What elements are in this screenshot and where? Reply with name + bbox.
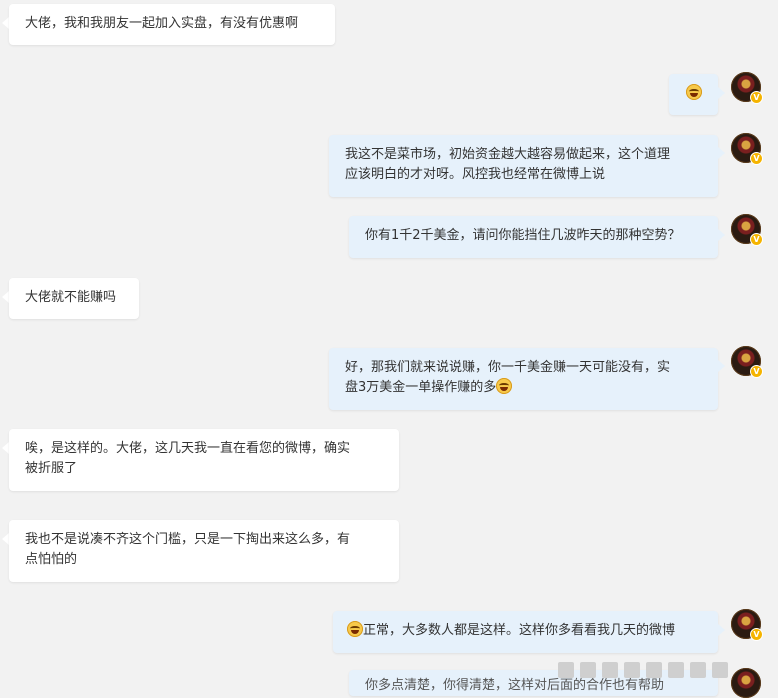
bottom-toolbar (553, 658, 778, 696)
toolbar-icon[interactable] (558, 662, 574, 678)
message-bubble[interactable] (669, 74, 718, 115)
message-bubble[interactable]: 好，那我们就来说说赚，你一千美金赚一天可能没有，实 盘3万美金一单操作赚的多 (329, 348, 718, 410)
message-bubble[interactable]: 大佬，我和我朋友一起加入实盘，有没有优惠啊 (9, 4, 335, 45)
message-text-line-2: 被折服了 (25, 461, 78, 476)
message-text: 你有1千2千美金，请问你能挡住几波昨天的那种空势？ (365, 228, 681, 243)
laugh-cry-emoji-icon (496, 378, 513, 394)
message-bubble[interactable]: 你有1千2千美金，请问你能挡住几波昨天的那种空势？ (349, 216, 718, 258)
message-text-line-2-wrap: 盘3万美金一单操作赚的多 (345, 378, 702, 398)
toolbar-icon[interactable] (646, 662, 662, 678)
message-text: 大佬，我和我朋友一起加入实盘，有没有优惠啊 (25, 16, 299, 31)
laugh-cry-emoji-icon (685, 84, 702, 100)
laugh-cry-emoji-icon (347, 621, 363, 637)
message-text: 大佬就不能赚吗 (25, 290, 117, 305)
message-text-line-1: 唉，是这样的。大佬，这几天我一直在看您的微博，确实 (25, 441, 351, 456)
message-bubble[interactable]: 我这不是菜市场，初始资金越大越容易做起来，这个道理 应该明白的才对呀。风控我也经… (329, 135, 718, 197)
message-text-line-1: 我这不是菜市场，初始资金越大越容易做起来，这个道理 (345, 147, 671, 162)
toolbar-icon[interactable] (668, 662, 684, 678)
message-text: 正常，大多数人都是这样。这样你多看看我几天的微博 (363, 623, 676, 638)
message-bubble[interactable]: 大佬就不能赚吗 (9, 278, 139, 319)
message-text-line-1: 好，那我们就来说说赚，你一千美金赚一天可能没有，实 (345, 360, 671, 375)
verified-badge-icon: V (750, 365, 763, 378)
toolbar-icon[interactable] (602, 662, 618, 678)
message-text-line-2: 点怕怕的 (25, 552, 78, 567)
message-bubble[interactable]: 唉，是这样的。大佬，这几天我一直在看您的微博，确实 被折服了 (9, 429, 399, 491)
verified-badge-icon: V (750, 233, 763, 246)
verified-badge-icon: V (750, 152, 763, 165)
toolbar-icon[interactable] (712, 662, 728, 678)
message-bubble[interactable]: 正常，大多数人都是这样。这样你多看看我几天的微博 (333, 611, 718, 653)
message-text-line-2: 盘3万美金一单操作赚的多 (345, 380, 497, 395)
toolbar-icon[interactable] (690, 662, 706, 678)
verified-badge-icon: V (750, 91, 763, 104)
toolbar-icon[interactable] (624, 662, 640, 678)
message-text-line-1: 我也不是说凑不齐这个门槛，只是一下掏出来这么多，有 (25, 532, 351, 547)
message-bubble[interactable]: 我也不是说凑不齐这个门槛，只是一下掏出来这么多，有 点怕怕的 (9, 520, 399, 582)
verified-badge-icon: V (750, 628, 763, 641)
toolbar-icon[interactable] (580, 662, 596, 678)
message-text-line-2: 应该明白的才对呀。风控我也经常在微博上说 (345, 167, 606, 182)
